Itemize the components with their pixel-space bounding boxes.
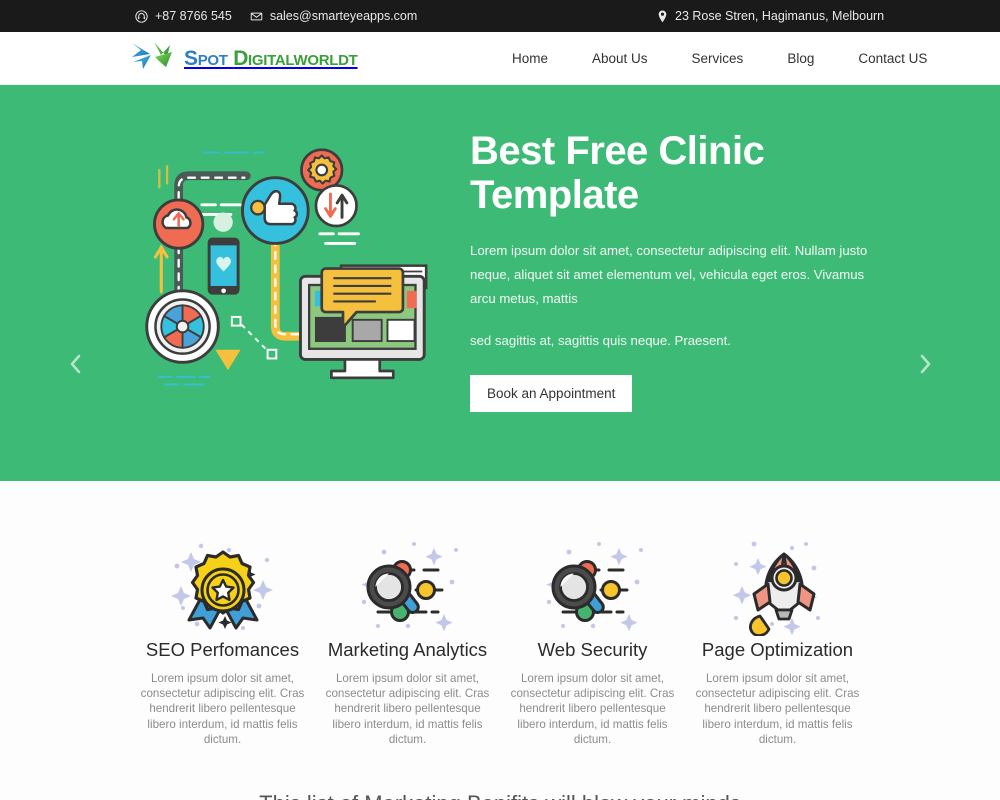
rocket-icon — [695, 527, 860, 639]
feature-description: Lorem ipsum dolor sit amet, consectetur … — [140, 672, 305, 746]
hero-title: Best Free Clinic Template — [470, 128, 765, 217]
feature-card-marketing-analytics: Marketing Analytics Lorem ipsum dolor si… — [315, 527, 500, 747]
feature-title: Marketing Analytics — [327, 639, 488, 660]
topbar-right-group: 23 Rose Stren, Hagimanus, Melbourn — [657, 9, 884, 23]
logo-text-primary: Spot — [184, 46, 234, 70]
phone-number: +87 8766 545 — [155, 9, 232, 23]
email-address: sales@smarteyeapps.com — [269, 9, 418, 23]
hero-paragraph-2: sed sagittis at, sagittis quis neque. Pr… — [470, 332, 731, 348]
feature-card-seo: SEO Perfomances Lorem ipsum dolor sit am… — [130, 527, 315, 747]
phone-contact[interactable]: +87 8766 545 — [135, 9, 232, 23]
email-contact[interactable]: sales@smarteyeapps.com — [250, 9, 417, 23]
site-logo[interactable]: Spot Digitalworldt — [130, 39, 358, 78]
butterfly-logo-icon — [130, 39, 176, 78]
magnifier-analytics-icon — [325, 527, 490, 639]
feature-description: Lorem ipsum dolor sit amet, consectetur … — [325, 672, 490, 746]
envelope-icon — [250, 10, 263, 23]
nav-item-blog[interactable]: Blog — [765, 51, 836, 66]
nav-item-services[interactable]: Services — [670, 51, 766, 66]
chevron-left-icon — [67, 352, 84, 381]
hero-carousel: Best Free Clinic Template Lorem ipsum do… — [0, 85, 1000, 481]
hero-paragraph-1: Lorem ipsum dolor sit amet, consectetur … — [470, 242, 868, 306]
nav-item-about-us[interactable]: About Us — [570, 51, 670, 66]
site-header: Spot Digitalworldt Home About Us Service… — [0, 32, 1000, 85]
map-pin-icon — [657, 9, 668, 23]
chevron-right-icon — [917, 352, 934, 381]
logo-wordmark: Spot Digitalworldt — [184, 48, 358, 69]
top-contact-bar: +87 8766 545 sales@smarteyeapps.com 23 R… — [0, 0, 1000, 32]
feature-title: Web Security — [537, 639, 648, 660]
address-contact: 23 Rose Stren, Hagimanus, Melbourn — [657, 9, 884, 23]
magnifier-analytics-icon — [510, 527, 675, 639]
book-appointment-button[interactable]: Book an Appointment — [470, 374, 633, 412]
features-section: SEO Perfomances Lorem ipsum dolor sit am… — [0, 481, 1000, 800]
digital-marketing-flat-illustration — [140, 143, 430, 398]
carousel-prev-button[interactable] — [62, 353, 88, 379]
headset-icon — [135, 9, 148, 23]
carousel-next-button[interactable] — [912, 353, 938, 379]
nav-item-home[interactable]: Home — [490, 51, 570, 66]
feature-description: Lorem ipsum dolor sit amet, consectetur … — [510, 672, 675, 746]
topbar-left-group: +87 8766 545 sales@smarteyeapps.com — [135, 9, 417, 23]
award-medal-icon — [140, 527, 305, 639]
feature-title: SEO Perfomances — [145, 639, 300, 660]
nav-item-contact-us[interactable]: Contact US — [836, 51, 949, 66]
hero-text-block: Best Free Clinic Template Lorem ipsum do… — [450, 129, 910, 412]
address-text: 23 Rose Stren, Hagimanus, Melbourn — [675, 9, 885, 23]
marketing-benefits-heading: This list of Marketing Benifits will blo… — [0, 791, 1000, 800]
feature-description: Lorem ipsum dolor sit amet, consectetur … — [695, 672, 860, 746]
logo-text-secondary: Digitalworldt — [233, 46, 358, 70]
hero-slide: Best Free Clinic Template Lorem ipsum do… — [0, 129, 1000, 412]
feature-card-web-security: Web Security Lorem ipsum dolor sit amet,… — [500, 527, 685, 747]
feature-title: Page Optimization — [701, 639, 854, 660]
feature-card-page-optimization: Page Optimization Lorem ipsum dolor sit … — [685, 527, 870, 747]
main-navigation: Home About Us Services Blog Contact US — [490, 51, 949, 66]
features-grid: SEO Perfomances Lorem ipsum dolor sit am… — [0, 527, 1000, 747]
